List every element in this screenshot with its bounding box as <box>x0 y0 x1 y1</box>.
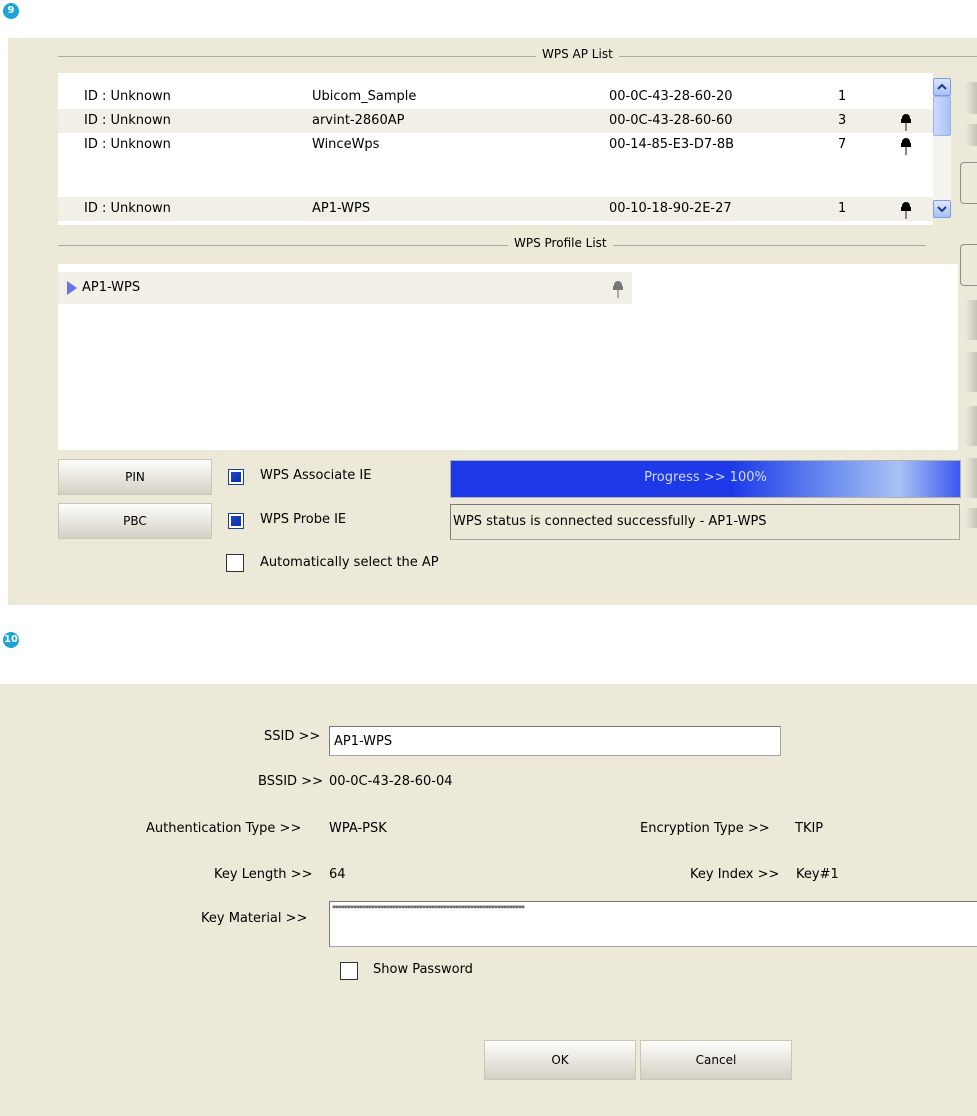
profile-list-title: WPS Profile List <box>508 236 613 250</box>
cancel-button-label: Cancel <box>695 1053 737 1067</box>
ssid-field[interactable]: AP1-WPS <box>329 726 781 756</box>
ap-list-separator <box>58 56 977 57</box>
enc-type-value: TKIP <box>795 821 824 836</box>
progress-text: Progress >> 100% <box>644 470 767 485</box>
side-tab[interactable] <box>966 352 977 392</box>
ap-bssid: 00-14-85-E3-D7-8B <box>609 137 735 152</box>
ssid-label: SSID >> <box>264 729 321 744</box>
progress-bar: Progress >> 100% <box>450 460 961 498</box>
bssid-value: 00-0C-43-28-60-04 <box>329 774 453 789</box>
ap-channel: 7 <box>838 137 847 152</box>
probe-ie-label: WPS Probe IE <box>260 512 347 527</box>
auth-type-label: Authentication Type >> <box>146 821 302 836</box>
status-text: WPS status is connected successfully - A… <box>453 514 767 529</box>
show-password-checkbox[interactable] <box>340 962 358 980</box>
ap-id: ID : Unknown <box>84 113 171 128</box>
key-lock-icon <box>901 138 911 155</box>
ap-row[interactable]: ID : Unknown Ubicom_Sample 00-0C-43-28-6… <box>58 85 933 109</box>
side-tab[interactable] <box>966 124 977 146</box>
status-field: WPS status is connected successfully - A… <box>450 504 960 540</box>
ap-ssid: AP1-WPS <box>312 201 371 216</box>
ap-channel: 3 <box>838 113 847 128</box>
ap-channel: 1 <box>838 201 847 216</box>
pbc-button[interactable]: PBC <box>58 503 212 539</box>
ap-ssid: WinceWps <box>312 137 380 152</box>
scrollbar-thumb[interactable] <box>933 96 951 136</box>
profile-list: AP1-WPS <box>58 264 958 450</box>
ap-row[interactable]: ID : Unknown arvint-2860AP 00-0C-43-28-6… <box>58 109 933 133</box>
ap-ssid: Ubicom_Sample <box>312 89 417 104</box>
cancel-button[interactable]: Cancel <box>640 1040 792 1080</box>
side-tab[interactable] <box>966 406 977 446</box>
key-lock-icon <box>901 114 911 131</box>
step-badge-10: 10 <box>3 632 19 648</box>
key-lock-icon <box>613 281 623 298</box>
side-tab-outline[interactable] <box>960 162 977 204</box>
ap-list-scrollbar[interactable] <box>933 78 951 218</box>
enc-type-label: Encryption Type >> <box>640 821 770 836</box>
ap-bssid: 00-0C-43-28-60-20 <box>609 89 733 104</box>
ap-bssid: 00-10-18-90-2E-27 <box>609 201 732 216</box>
profile-item[interactable]: AP1-WPS <box>58 272 632 304</box>
side-tab[interactable] <box>966 300 977 340</box>
ssid-value: AP1-WPS <box>334 734 393 749</box>
pin-button-label: PIN <box>125 470 145 484</box>
step-badge-9: 9 <box>3 3 19 19</box>
auth-type-value: WPA-PSK <box>329 821 387 836</box>
profile-list-separator <box>58 245 926 246</box>
key-material-field[interactable]: ****************************************… <box>329 901 977 947</box>
ap-bssid: 00-0C-43-28-60-60 <box>609 113 733 128</box>
chevron-down-icon[interactable] <box>933 200 951 218</box>
ap-id: ID : Unknown <box>84 137 171 152</box>
pin-button[interactable]: PIN <box>58 459 212 495</box>
ok-button[interactable]: OK <box>484 1040 636 1080</box>
key-material-label: Key Material >> <box>201 911 308 926</box>
auto-select-label: Automatically select the AP <box>260 555 439 570</box>
auto-select-checkbox[interactable] <box>226 554 244 572</box>
side-tab[interactable] <box>966 508 977 528</box>
side-tab[interactable] <box>966 82 977 114</box>
probe-ie-checkbox[interactable] <box>228 513 244 529</box>
ap-id: ID : Unknown <box>84 201 171 216</box>
key-index-label: Key Index >> <box>690 867 780 882</box>
ap-id: ID : Unknown <box>84 89 171 104</box>
chevron-up-icon[interactable] <box>933 78 951 96</box>
show-password-label: Show Password <box>373 962 473 977</box>
key-length-value: 64 <box>329 867 346 882</box>
profile-name: AP1-WPS <box>82 280 141 295</box>
ap-list-title: WPS AP List <box>536 47 619 61</box>
ok-button-label: OK <box>551 1053 569 1067</box>
triangle-right-icon <box>67 281 77 295</box>
key-length-label: Key Length >> <box>214 867 313 882</box>
ap-row[interactable]: ID : Unknown AP1-WPS 00-10-18-90-2E-27 1 <box>58 197 933 221</box>
ap-ssid: arvint-2860AP <box>312 113 405 128</box>
ap-channel: 1 <box>838 89 847 104</box>
key-lock-icon <box>901 202 911 219</box>
pbc-button-label: PBC <box>123 514 147 528</box>
ap-row[interactable]: ID : Unknown WinceWps 00-14-85-E3-D7-8B … <box>58 133 933 157</box>
associate-ie-label: WPS Associate IE <box>260 468 372 483</box>
bssid-label: BSSID >> <box>258 774 323 789</box>
side-tab[interactable] <box>966 458 977 498</box>
key-material-value: ****************************************… <box>332 904 525 913</box>
ap-list: ID : Unknown Ubicom_Sample 00-0C-43-28-6… <box>58 73 933 225</box>
associate-ie-checkbox[interactable] <box>228 469 244 485</box>
key-index-value: Key#1 <box>796 867 839 882</box>
side-tab-outline[interactable] <box>960 244 977 286</box>
